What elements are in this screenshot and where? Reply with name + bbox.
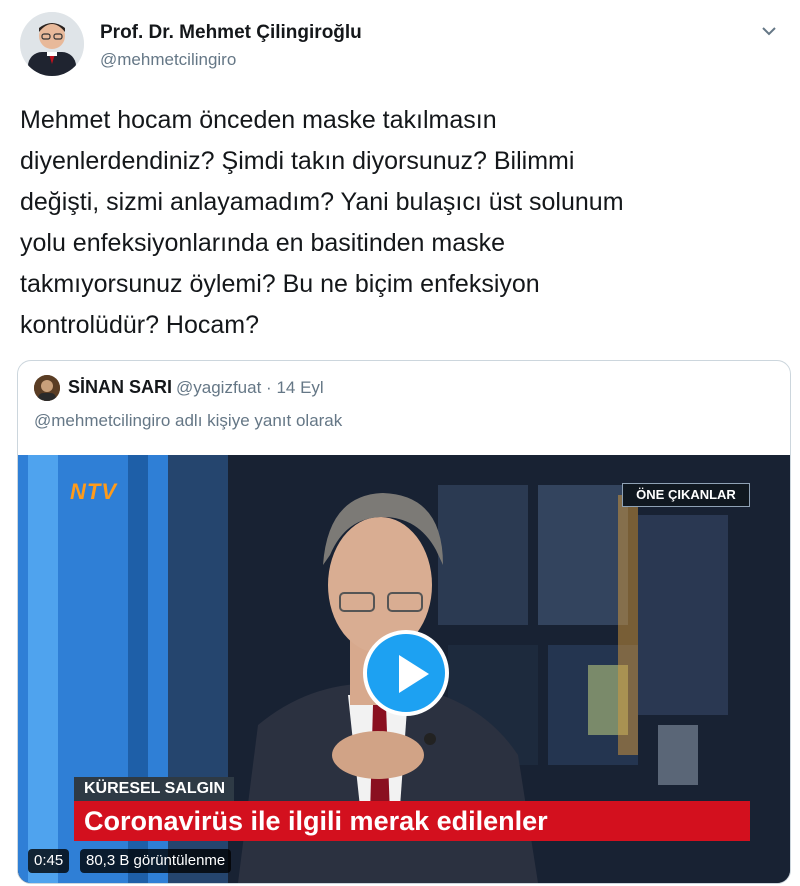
quoted-author-name[interactable]: SİNAN SARI: [68, 377, 172, 398]
video-duration: 0:45: [28, 849, 70, 873]
reply-context: @mehmetcilingiro adlı kişiye yanıt olara…: [34, 411, 343, 430]
avatar-image: [20, 12, 84, 76]
tweet-header: Prof. Dr. Mehmet Çilingiroğlu @mehmetcil…: [20, 12, 780, 82]
author-handle[interactable]: @mehmetcilingiro: [100, 50, 236, 70]
meta-separator: ·: [266, 378, 272, 397]
video-player[interactable]: NTV ÖNE ÇIKANLAR KÜRESEL SALGIN Coronavi…: [18, 455, 790, 883]
banner-headline: Coronavirüs ile ilgili merak edilenler: [74, 801, 750, 841]
banner-small-label: KÜRESEL SALGIN: [74, 777, 234, 801]
tweet-text: Mehmet hocam önceden maske takılmasın di…: [20, 106, 624, 339]
play-icon: [399, 655, 429, 693]
play-button[interactable]: [363, 630, 449, 716]
quoted-avatar[interactable]: [34, 375, 60, 401]
author-avatar[interactable]: [20, 12, 84, 76]
quoted-meta: @yagizfuat · 14 Eyl: [176, 378, 324, 398]
chevron-down-icon[interactable]: [758, 20, 780, 42]
highlight-badge: ÖNE ÇIKANLAR: [622, 483, 750, 507]
author-name[interactable]: Prof. Dr. Mehmet Çilingiroğlu: [100, 22, 362, 44]
quoted-date[interactable]: 14 Eyl: [276, 378, 323, 397]
quoted-author-handle[interactable]: @yagizfuat: [176, 378, 261, 397]
channel-logo: NTV: [70, 479, 117, 504]
quoted-tweet[interactable]: SİNAN SARI @yagizfuat · 14 Eyl @mehmetci…: [17, 360, 791, 884]
video-views: 80,3 B görüntülenme: [80, 849, 232, 873]
